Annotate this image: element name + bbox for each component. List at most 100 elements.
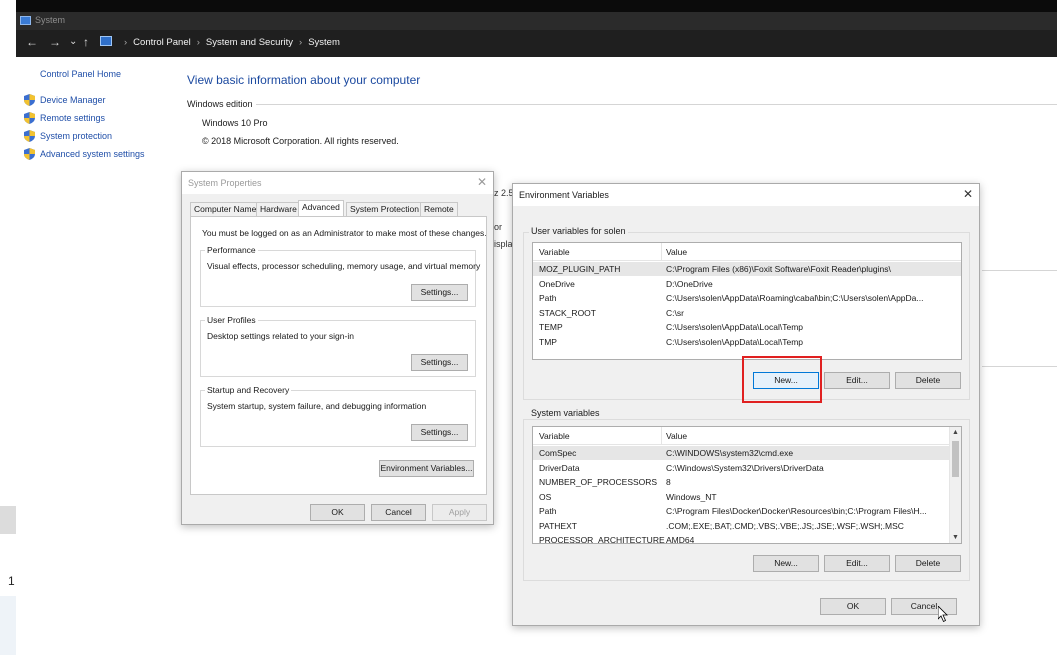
variable-value: C:\WINDOWS\system32\cmd.exe: [666, 448, 794, 458]
environment-variables-dialog: Environment Variables ✕ User variables f…: [512, 183, 980, 626]
system-new-button[interactable]: New...: [753, 555, 819, 572]
address-bar: ← → ⌄ ↑ › Control Panel › System and Securi…: [16, 30, 1057, 57]
column-divider[interactable]: [661, 427, 662, 445]
breadcrumb-separator: ›: [299, 37, 303, 48]
variable-value: 8: [666, 477, 671, 487]
variable-value: AMD64: [666, 535, 695, 544]
tab-remote[interactable]: Remote: [420, 202, 458, 216]
column-header-value[interactable]: Value: [666, 247, 687, 257]
column-header-variable[interactable]: Variable: [539, 431, 570, 441]
breadcrumb-control-panel[interactable]: Control Panel: [133, 37, 191, 48]
user-edit-button[interactable]: Edit...: [824, 372, 890, 389]
tab-system-protection[interactable]: System Protection: [346, 202, 423, 216]
dialog-title: Environment Variables: [519, 190, 609, 200]
mouse-cursor-icon: [938, 606, 948, 622]
user-profiles-settings-button[interactable]: Settings...: [411, 354, 468, 371]
variable-name: Path: [539, 293, 557, 303]
variable-value: C:\Program Files\Docker\Docker\Resources…: [666, 506, 927, 516]
sidebar-item-label[interactable]: Remote settings: [40, 113, 105, 123]
apply-button[interactable]: Apply: [432, 504, 487, 521]
variable-name: PATHEXT: [539, 520, 577, 531]
startup-recovery-group: Startup and Recovery System startup, sys…: [200, 385, 476, 447]
ok-button[interactable]: OK: [310, 504, 365, 521]
breadcrumb-separator: ›: [124, 37, 128, 48]
table-row[interactable]: PATHEXT .COM;.EXE;.BAT;.CMD;.VBS;.VBE;.JS…: [533, 519, 961, 533]
table-row[interactable]: Path C:\Users\solen\AppData\Roaming\cabal…: [533, 291, 961, 305]
group-label: Startup and Recovery: [205, 385, 292, 395]
tab-hardware[interactable]: Hardware: [256, 202, 301, 216]
table-row[interactable]: OneDrive D:\OneDrive: [533, 277, 961, 291]
variable-value: .COM;.EXE;.BAT;.CMD;.VBS;.VBE;.JS;.JSE;.…: [666, 520, 904, 531]
sidebar-item-advanced-system-settings[interactable]: Advanced system settings: [24, 148, 145, 160]
tab-advanced[interactable]: Advanced: [298, 200, 344, 216]
close-icon[interactable]: ✕: [963, 187, 973, 201]
sidebar-item-label[interactable]: Advanced system settings: [40, 149, 145, 159]
variable-name: Path: [539, 506, 557, 516]
sidebar-item-remote-settings[interactable]: Remote settings: [24, 112, 105, 124]
variable-value: C:\Users\solen\AppData\Roaming\cabal\bin…: [666, 293, 924, 303]
scroll-down-icon[interactable]: ▼: [952, 534, 959, 541]
variable-value: D:\OneDrive: [666, 278, 713, 289]
column-header-variable[interactable]: Variable: [539, 247, 570, 257]
forward-arrow-icon[interactable]: →: [49, 35, 61, 49]
column-divider[interactable]: [661, 243, 662, 261]
variable-name: TEMP: [539, 322, 563, 332]
background-text-fragment: z 2.5: [494, 188, 514, 198]
dialog-title: System Properties: [188, 178, 262, 188]
breadcrumb-system[interactable]: System: [308, 37, 340, 48]
background-window-edge: 1: [0, 0, 16, 655]
sidebar-item-label[interactable]: System protection: [40, 131, 112, 141]
startup-recovery-settings-button[interactable]: Settings...: [411, 424, 468, 441]
user-delete-button[interactable]: Delete: [895, 372, 961, 389]
table-row[interactable]: ComSpec C:\WINDOWS\system32\cmd.exe: [533, 446, 961, 460]
close-icon[interactable]: ✕: [477, 175, 487, 189]
shield-icon: [24, 130, 35, 142]
environment-variables-button[interactable]: Environment Variables...: [379, 460, 474, 477]
group-label: User Profiles: [205, 315, 258, 325]
dialog-titlebar[interactable]: Environment Variables ✕: [513, 184, 979, 206]
user-variables-list[interactable]: Variable Value MOZ_PLUGIN_PATH C:\Program…: [532, 242, 962, 360]
system-delete-button[interactable]: Delete: [895, 555, 961, 572]
scroll-thumb[interactable]: [952, 441, 959, 477]
table-row[interactable]: NUMBER_OF_PROCESSORS 8: [533, 475, 961, 489]
variable-value: C:\Users\solen\AppData\Local\Temp: [666, 336, 804, 347]
system-properties-dialog: System Properties ✕ Computer Name Hardwa…: [181, 171, 494, 525]
table-row[interactable]: OS Windows_NT: [533, 490, 961, 504]
shield-icon: [24, 112, 35, 124]
sidebar-item-device-manager[interactable]: Device Manager: [24, 94, 106, 106]
window-titlebar[interactable]: System: [16, 12, 1057, 30]
table-row[interactable]: STACK_ROOT C:\sr: [533, 306, 961, 320]
background-strip: [0, 506, 16, 534]
sidebar-item-label[interactable]: Device Manager: [40, 95, 106, 105]
windows-edition: Windows 10 Pro: [202, 118, 268, 128]
breadcrumb-system-security[interactable]: System and Security: [206, 37, 293, 48]
tab-computer-name[interactable]: Computer Name: [190, 202, 261, 216]
breadcrumb: › Control Panel › System and Security › Syste…: [118, 37, 340, 48]
system-variables-scrollbar[interactable]: ▲ ▼: [949, 427, 961, 543]
ok-button[interactable]: OK: [820, 598, 886, 615]
performance-settings-button[interactable]: Settings...: [411, 284, 468, 301]
system-variables-list[interactable]: Variable Value ComSpec C:\WINDOWS\system3…: [532, 426, 962, 544]
user-profiles-group: User Profiles Desktop settings related t…: [200, 315, 476, 377]
table-row[interactable]: Path C:\Program Files\Docker\Docker\Resou…: [533, 504, 961, 518]
scroll-up-icon[interactable]: ▲: [952, 429, 959, 436]
back-arrow-icon[interactable]: ←: [26, 35, 38, 49]
variable-value: C:\Windows\System32\Drivers\DriverData: [666, 462, 824, 473]
table-row[interactable]: DriverData C:\Windows\System32\Drivers\Dr…: [533, 461, 961, 475]
dialog-titlebar[interactable]: System Properties ✕: [182, 172, 493, 194]
control-panel-home-link[interactable]: Control Panel Home: [40, 69, 121, 79]
sidebar-item-system-protection[interactable]: System protection: [24, 130, 112, 142]
column-header-value[interactable]: Value: [666, 431, 687, 441]
table-row[interactable]: PROCESSOR_ARCHITECTURE AMD64: [533, 533, 961, 544]
cancel-button[interactable]: Cancel: [371, 504, 426, 521]
divider: [256, 104, 1057, 105]
table-row[interactable]: TEMP C:\Users\solen\AppData\Local\Temp: [533, 320, 961, 334]
variable-value: C:\Users\solen\AppData\Local\Temp: [666, 322, 804, 332]
table-row[interactable]: TMP C:\Users\solen\AppData\Local\Temp: [533, 335, 961, 349]
system-edit-button[interactable]: Edit...: [824, 555, 890, 572]
background-text-fragment: or: [494, 222, 503, 232]
chevron-down-icon[interactable]: ⌄: [69, 35, 77, 49]
system-icon: [20, 16, 31, 25]
table-row[interactable]: MOZ_PLUGIN_PATH C:\Program Files (x86)\Fo…: [533, 262, 961, 276]
up-arrow-icon[interactable]: ↑: [83, 35, 89, 49]
